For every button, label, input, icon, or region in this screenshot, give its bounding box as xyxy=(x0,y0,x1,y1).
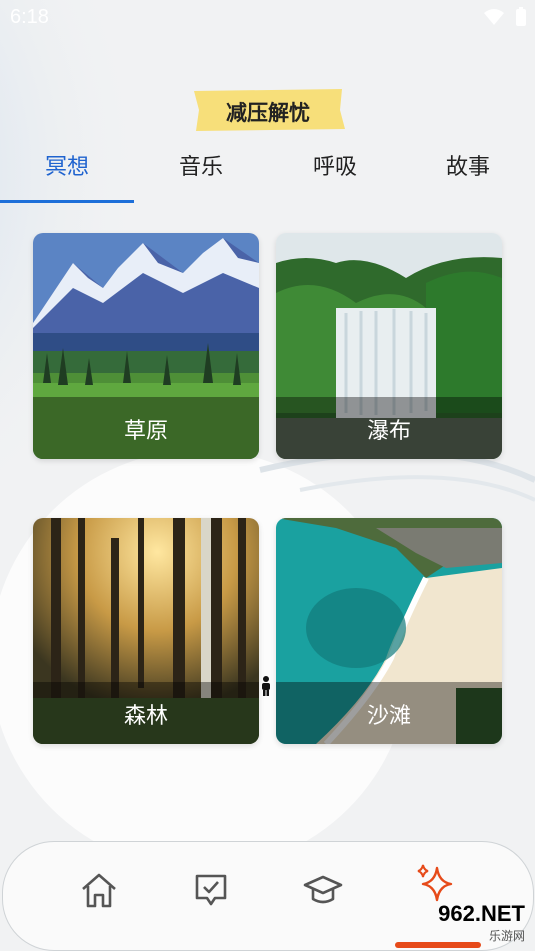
watermark: 962.NET 乐游网 xyxy=(438,901,525,944)
watermark-site-name: 乐游网 xyxy=(488,929,525,943)
watermark-brand: 962.NET xyxy=(438,901,525,926)
tab-music[interactable]: 音乐 xyxy=(134,150,268,200)
graduation-cap-icon[interactable] xyxy=(303,870,343,910)
battery-icon xyxy=(516,7,526,26)
tab-active-indicator xyxy=(0,200,134,203)
sparkle-icon[interactable] xyxy=(415,862,455,902)
page-title: 减压解忧 xyxy=(226,101,310,125)
tab-bar: 冥想 音乐 呼吸 故事 xyxy=(0,150,535,204)
tab-meditation[interactable]: 冥想 xyxy=(0,150,134,200)
background-decoration xyxy=(0,0,535,951)
card-label: 草原 xyxy=(123,419,168,444)
wifi-icon xyxy=(484,9,504,25)
bottom-navigation: 962.NET 乐游网 xyxy=(2,841,534,951)
accessibility-person-icon[interactable] xyxy=(259,676,273,696)
card-label: 瀑布 xyxy=(366,419,411,444)
card-forest[interactable]: 森林 xyxy=(33,518,259,744)
card-label: 森林 xyxy=(123,704,168,729)
tab-breathing[interactable]: 呼吸 xyxy=(268,150,402,200)
card-beach[interactable]: 沙滩 xyxy=(276,518,502,744)
page-title-banner: 减压解忧 xyxy=(190,88,346,132)
tab-story[interactable]: 故事 xyxy=(401,150,535,200)
card-grassland[interactable]: 草原 xyxy=(33,233,259,459)
home-icon[interactable] xyxy=(79,870,119,910)
checkbox-message-icon[interactable] xyxy=(191,870,231,910)
card-label: 沙滩 xyxy=(366,704,411,729)
status-bar: 6:18 xyxy=(0,0,535,36)
card-waterfall[interactable]: 瀑布 xyxy=(276,233,502,459)
status-time: 6:18 xyxy=(10,6,49,28)
